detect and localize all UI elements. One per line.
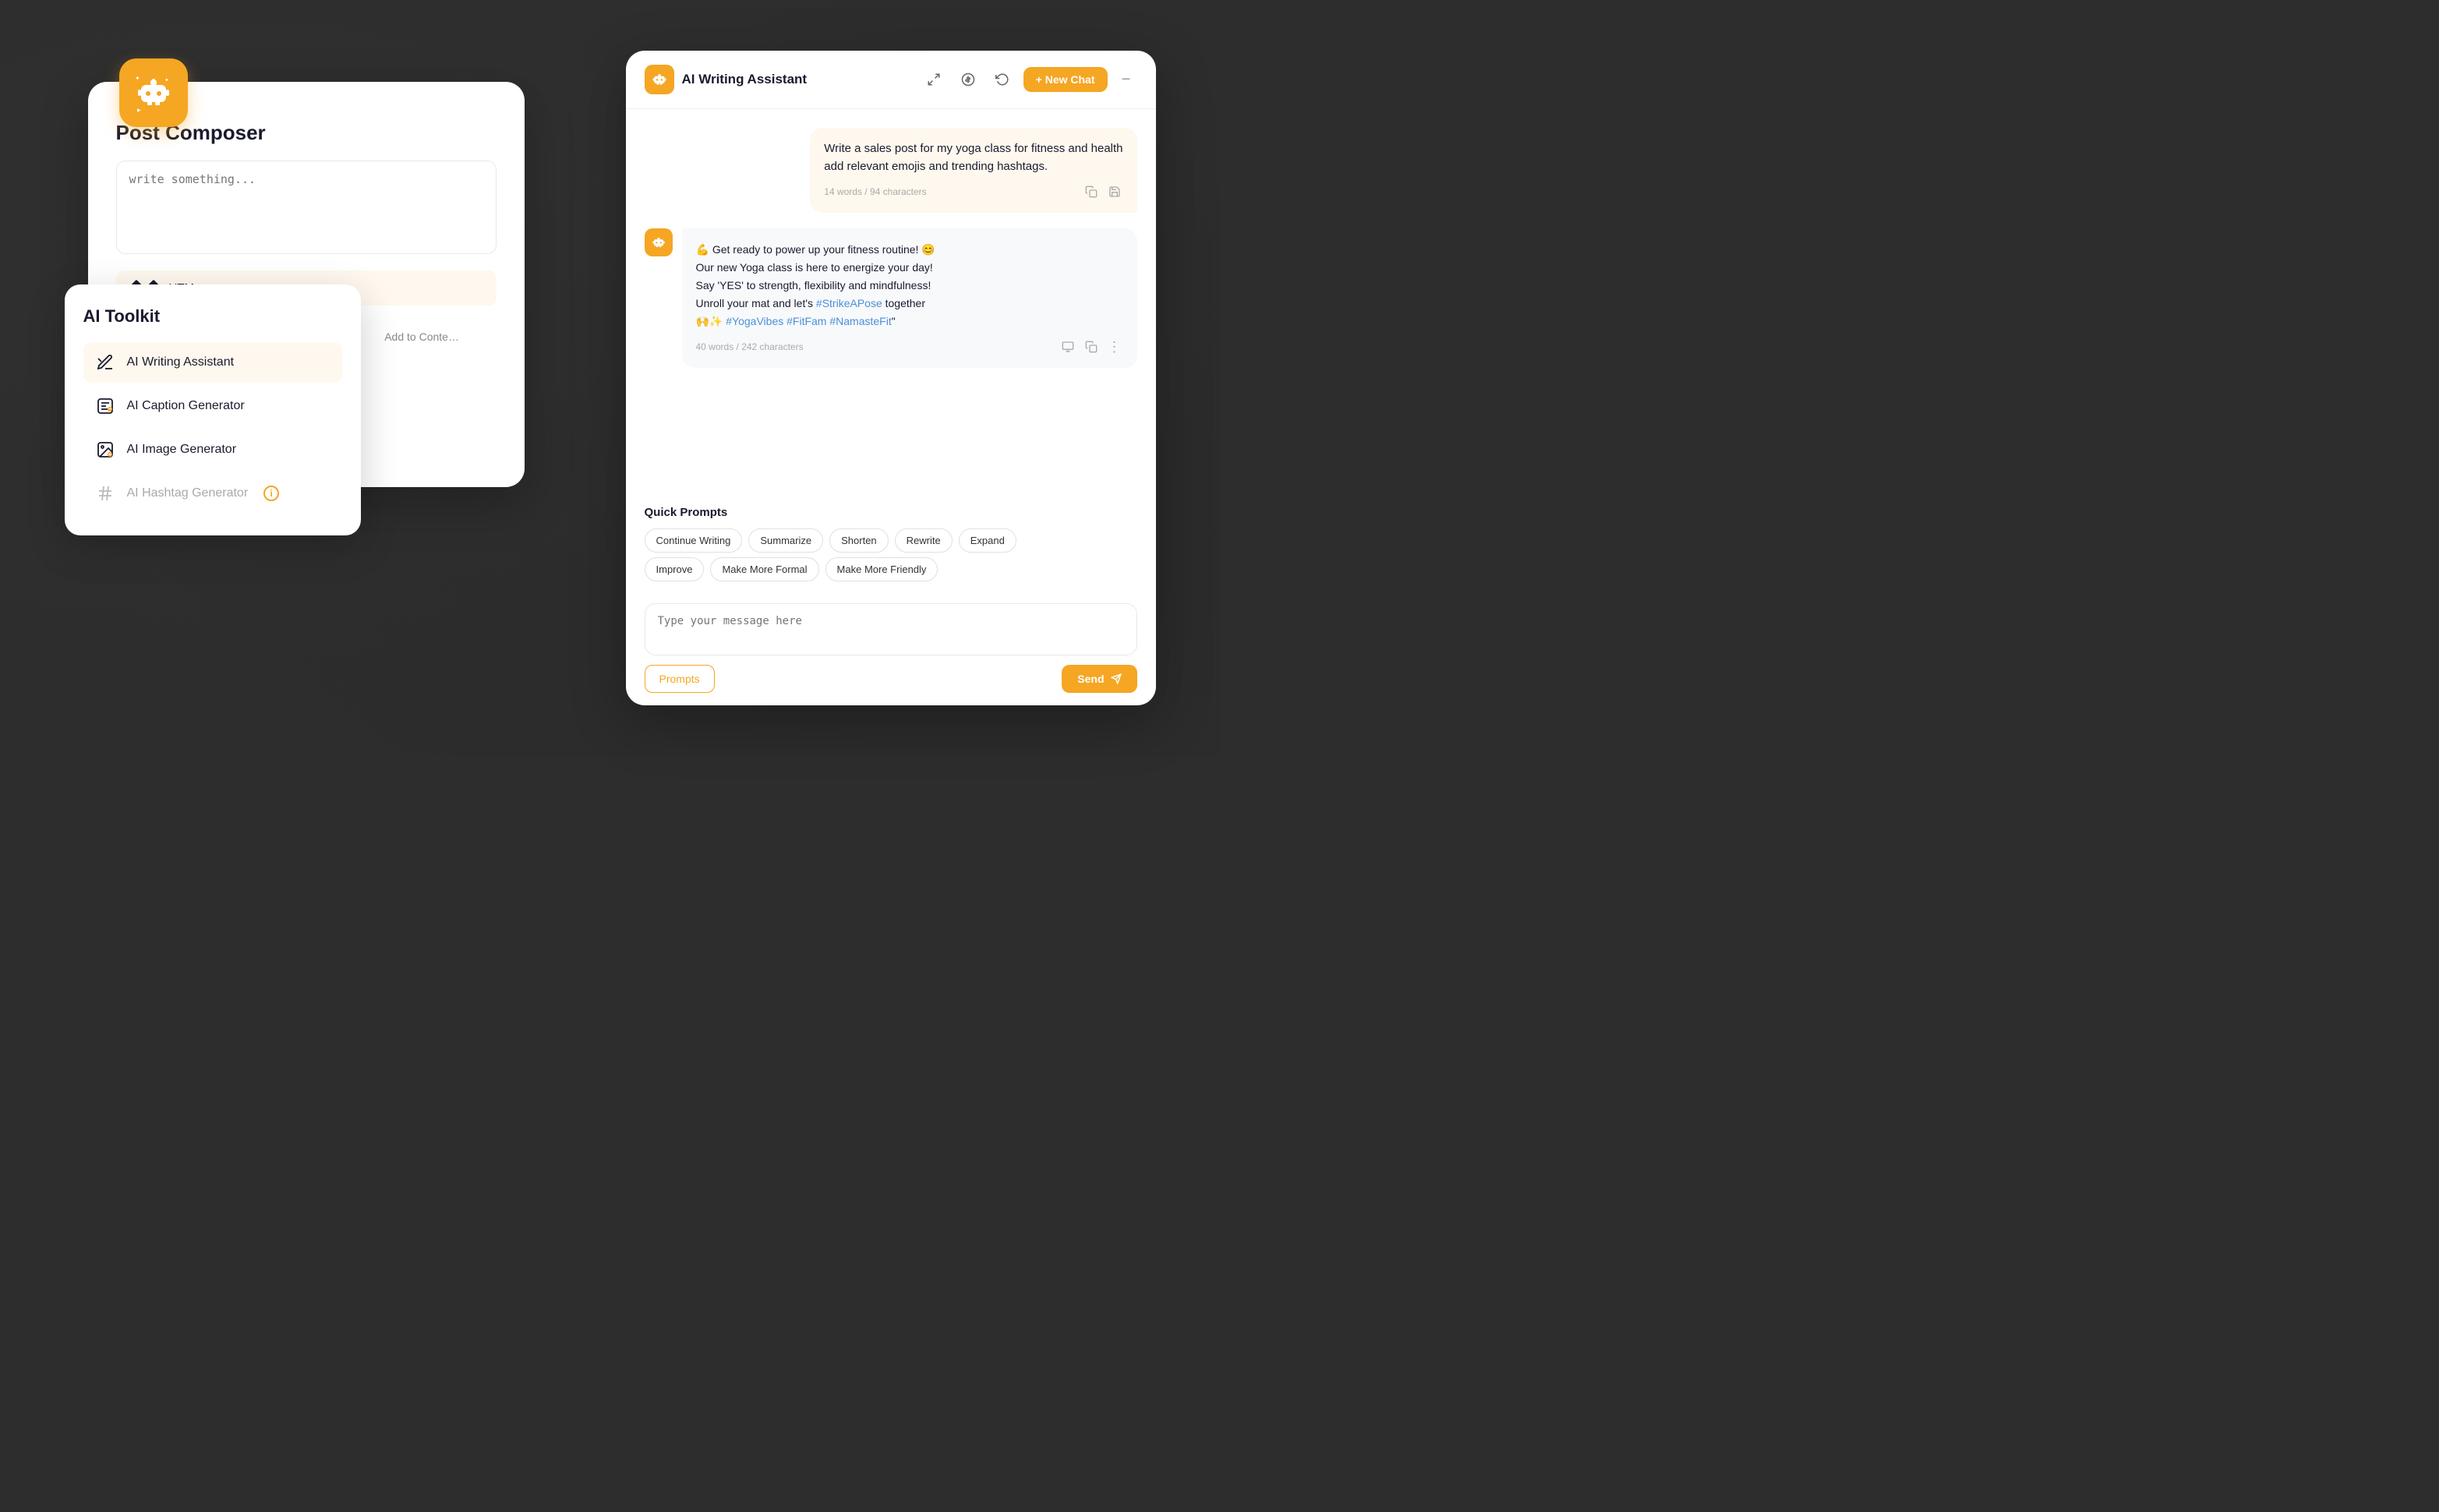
send-button[interactable]: Send xyxy=(1062,665,1136,693)
ai-message-row: 💪 Get ready to power up your fitness rou… xyxy=(645,228,1137,368)
caption-generator-icon xyxy=(94,395,116,417)
hashtag-info-icon[interactable]: i xyxy=(263,486,279,501)
chat-bot-icon xyxy=(645,65,674,94)
chat-input-footer: Prompts Send xyxy=(645,665,1137,693)
prompt-continue-writing[interactable]: Continue Writing xyxy=(645,528,743,553)
svg-text:✦: ✦ xyxy=(164,77,169,83)
quick-prompts-title: Quick Prompts xyxy=(645,506,1137,519)
toolkit-item-caption-generator[interactable]: AI Caption Generator xyxy=(83,386,342,426)
chat-body: Write a sales post for my yoga class for… xyxy=(626,109,1156,493)
prompts-button[interactable]: Prompts xyxy=(645,665,715,693)
quick-prompts-section: Quick Prompts Continue Writing Summarize… xyxy=(626,493,1156,592)
robot-badge-icon: ✦ ✦ ▶ xyxy=(119,58,188,127)
quick-prompts-row-1: Continue Writing Summarize Shorten Rewri… xyxy=(645,528,1137,553)
ai-message-actions: ⋮ xyxy=(1059,338,1123,355)
send-label: Send xyxy=(1077,673,1104,685)
ai-copy-icon[interactable] xyxy=(1083,338,1100,355)
hashtag-generator-icon xyxy=(94,482,116,504)
chat-input-area: Prompts Send xyxy=(626,592,1156,705)
user-message-meta: 14 words / 94 characters xyxy=(824,183,1122,200)
schedule-option-content[interactable]: Add to Content Cate xyxy=(369,321,478,352)
toolkit-item-image-generator[interactable]: AI Image Generator xyxy=(83,429,342,470)
user-message-text: Write a sales post for my yoga class for… xyxy=(824,140,1122,175)
image-generator-label: AI Image Generator xyxy=(127,443,237,457)
chat-input-wrapper xyxy=(645,603,1137,655)
prompt-expand[interactable]: Expand xyxy=(959,528,1016,553)
prompt-rewrite[interactable]: Rewrite xyxy=(895,528,953,553)
prompt-shorten[interactable]: Shorten xyxy=(829,528,889,553)
chat-header: AI Writing Assistant xyxy=(626,51,1156,109)
prompt-improve[interactable]: Improve xyxy=(645,557,705,581)
composer-textarea[interactable] xyxy=(116,161,497,254)
ai-word-count: 40 words / 242 characters xyxy=(696,341,804,352)
ai-message-bubble: 💪 Get ready to power up your fitness rou… xyxy=(682,228,1137,368)
close-button[interactable]: − xyxy=(1115,69,1137,90)
user-message-bubble: Write a sales post for my yoga class for… xyxy=(810,128,1136,213)
caption-generator-label: AI Caption Generator xyxy=(127,399,245,413)
quick-prompts-row-2: Improve Make More Formal Make More Frien… xyxy=(645,557,1137,581)
toolkit-item-writing-assistant[interactable]: AI Writing Assistant xyxy=(83,342,342,383)
new-chat-button[interactable]: + New Chat xyxy=(1023,67,1108,92)
toolkit-title: AI Toolkit xyxy=(83,306,342,327)
dollar-icon[interactable] xyxy=(955,66,981,93)
ai-more-icon[interactable]: ⋮ xyxy=(1106,338,1123,355)
history-icon[interactable] xyxy=(989,66,1016,93)
prompt-more-friendly[interactable]: Make More Friendly xyxy=(825,557,938,581)
chat-title: AI Writing Assistant xyxy=(682,72,913,87)
ai-message-text: 💪 Get ready to power up your fitness rou… xyxy=(696,241,1123,330)
user-word-count: 14 words / 94 characters xyxy=(824,186,926,197)
user-message-actions xyxy=(1083,183,1123,200)
svg-text:✦: ✦ xyxy=(135,75,140,82)
image-generator-icon xyxy=(94,439,116,461)
save-icon[interactable] xyxy=(1106,183,1123,200)
ai-message-meta: 40 words / 242 characters xyxy=(696,338,1123,355)
new-chat-label: + New Chat xyxy=(1036,73,1095,86)
chat-panel: AI Writing Assistant xyxy=(626,51,1156,705)
ai-regenerate-icon[interactable] xyxy=(1059,338,1076,355)
expand-icon[interactable] xyxy=(921,66,947,93)
toolkit-item-hashtag-generator[interactable]: AI Hashtag Generator i xyxy=(83,473,342,514)
copy-icon[interactable] xyxy=(1083,183,1100,200)
writing-assistant-label: AI Writing Assistant xyxy=(127,355,235,369)
chat-input[interactable] xyxy=(658,615,1124,640)
writing-assistant-icon xyxy=(94,352,116,373)
prompt-more-formal[interactable]: Make More Formal xyxy=(710,557,818,581)
ai-toolkit-panel: AI Toolkit AI Writing Assistant xyxy=(65,284,361,535)
ai-avatar xyxy=(645,228,673,256)
chat-header-actions: + New Chat − xyxy=(921,66,1137,93)
prompt-summarize[interactable]: Summarize xyxy=(748,528,823,553)
hashtag-generator-label: AI Hashtag Generator xyxy=(127,486,249,500)
svg-text:▶: ▶ xyxy=(137,108,141,113)
